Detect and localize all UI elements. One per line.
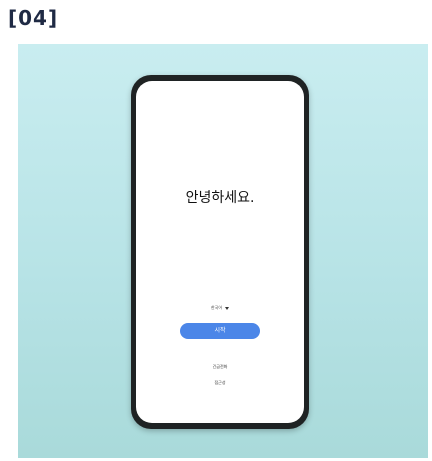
chevron-down-icon <box>225 306 230 310</box>
language-select-value: 한국어 <box>210 305 223 310</box>
illustration-panel: 안녕하세요. 한국어 시작 긴급전화 접근성 <box>18 44 428 458</box>
welcome-greeting: 안녕하세요. <box>185 190 255 206</box>
phone-screen: 안녕하세요. 한국어 시작 긴급전화 접근성 <box>136 81 304 423</box>
accessibility-link[interactable]: 접근성 <box>136 380 304 386</box>
emergency-call-link[interactable]: 긴급전화 <box>136 364 304 370</box>
language-select[interactable]: 한국어 <box>136 305 304 311</box>
start-button[interactable]: 시작 <box>180 323 260 339</box>
phone-device: 안녕하세요. 한국어 시작 긴급전화 접근성 <box>131 75 309 429</box>
step-number-label: [04] <box>8 6 59 30</box>
page: [04] 안녕하세요. 한국어 시작 긴급전화 접근성 <box>0 0 432 461</box>
